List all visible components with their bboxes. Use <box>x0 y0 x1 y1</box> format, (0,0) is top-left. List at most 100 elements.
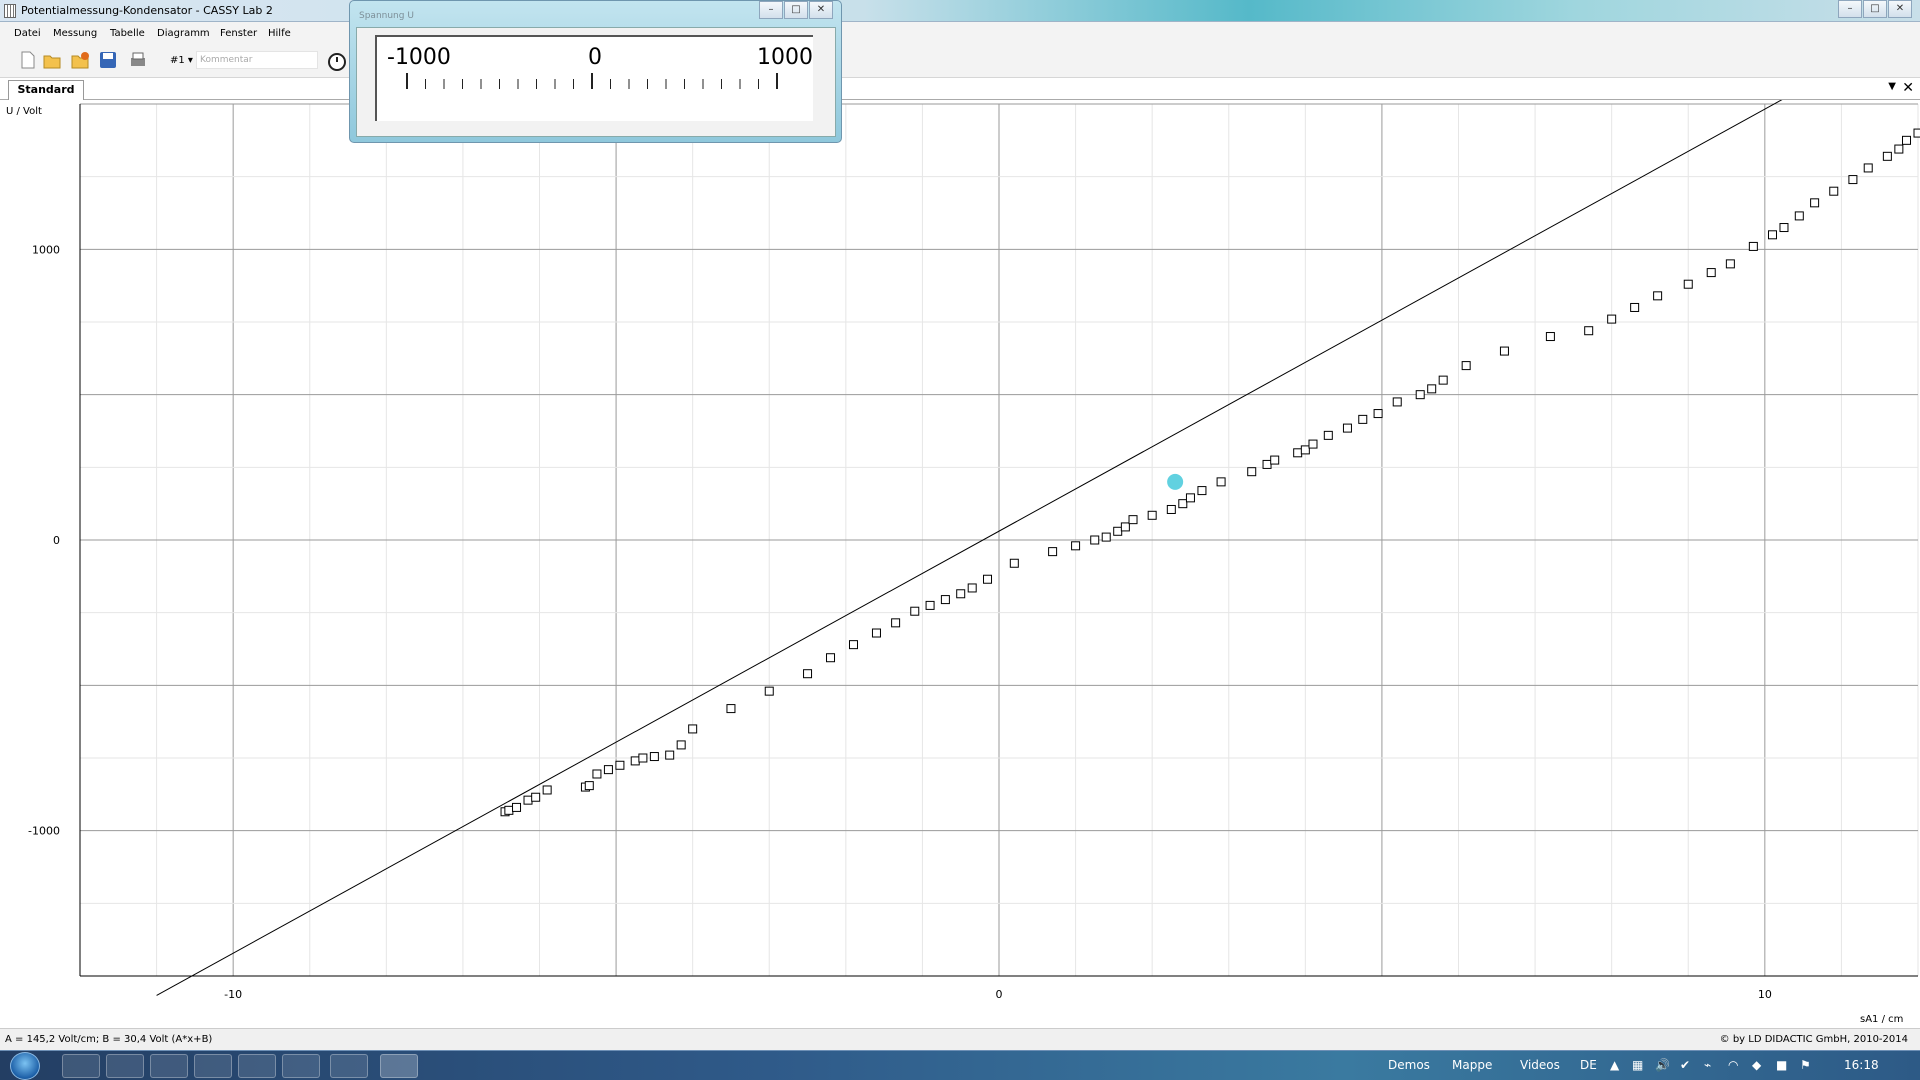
close-button[interactable]: ✕ <box>1888 0 1912 18</box>
menu-diagramm[interactable]: Diagramm <box>157 28 210 39</box>
new-file-icon[interactable] <box>17 50 37 70</box>
tray-arrow-icon[interactable]: ▲ <box>1610 1058 1619 1072</box>
y-tick-label: -1000 <box>28 825 60 838</box>
data-point <box>1392 397 1402 407</box>
data-point <box>603 765 613 775</box>
data-point <box>1293 448 1303 458</box>
shield-icon[interactable]: ◆ <box>1752 1058 1761 1072</box>
app-tray-icon[interactable]: ■ <box>1776 1058 1787 1072</box>
data-point <box>584 781 594 791</box>
data-point <box>1545 332 1555 342</box>
tab-standard[interactable]: Standard <box>8 80 84 100</box>
cassy-lab-window: Potentialmessung-Kondensator - CASSY Lab… <box>0 0 1920 1080</box>
menu-messung[interactable]: Messung <box>53 28 97 39</box>
x-tick-label: 0 <box>996 988 1003 1001</box>
data-point <box>638 753 648 763</box>
data-point <box>1113 526 1123 536</box>
save-icon[interactable] <box>98 50 118 70</box>
clock: 16:18 <box>1844 1058 1879 1072</box>
check-icon[interactable]: ✔ <box>1680 1058 1690 1072</box>
highlight-marker <box>1167 473 1184 490</box>
data-point <box>1262 459 1272 469</box>
data-point <box>1090 535 1100 545</box>
taskbar: Demos Mappe Videos DE ▲ ▦ 🔊 ✔ ⌁ ◠ ◆ ■ ⚑ … <box>0 1050 1920 1080</box>
flag-icon[interactable]: ⚑ <box>1800 1058 1811 1072</box>
start-button[interactable] <box>10 1052 40 1080</box>
data-point <box>1438 375 1448 385</box>
globe-task-icon[interactable] <box>238 1054 276 1078</box>
data-point <box>1373 409 1383 419</box>
meter-close-button[interactable]: ✕ <box>809 1 833 19</box>
data-point <box>1607 314 1617 324</box>
data-point <box>1308 439 1318 449</box>
data-point <box>1197 486 1207 496</box>
meter-title: Spannung U <box>359 11 414 21</box>
minimize-button[interactable]: – <box>1838 0 1862 18</box>
app-task-icon[interactable] <box>194 1054 232 1078</box>
data-point <box>1147 510 1157 520</box>
meter-minimize-button[interactable]: – <box>759 1 783 19</box>
data-point <box>1178 499 1188 509</box>
open-with-star-icon[interactable] <box>70 50 90 70</box>
cassy-task-icon[interactable] <box>380 1054 418 1078</box>
data-point <box>1794 211 1804 221</box>
data-point <box>1584 326 1594 336</box>
data-point <box>1270 455 1280 465</box>
data-point <box>1461 361 1471 371</box>
data-point <box>1009 558 1019 568</box>
meter-label-max: 1000 <box>757 45 813 70</box>
toolbar-mappe[interactable]: Mappe <box>1452 1058 1492 1072</box>
data-point <box>983 574 993 584</box>
meter-maximize-button[interactable]: □ <box>784 1 808 19</box>
chevron-down-icon[interactable]: ▼ <box>1888 81 1896 92</box>
print-icon[interactable] <box>128 50 148 70</box>
explorer-task-icon[interactable] <box>62 1054 100 1078</box>
window-title: Potentialmessung-Kondensator - CASSY Lab… <box>21 4 273 17</box>
data-point <box>665 750 675 760</box>
comment-input[interactable]: Kommentar <box>196 51 318 69</box>
data-point <box>630 756 640 766</box>
meter-face: -1000 0 1000 <box>356 27 836 137</box>
data-point <box>764 686 774 696</box>
data-point <box>615 760 625 770</box>
fit-line <box>156 100 1783 996</box>
data-point <box>1342 423 1352 433</box>
close-icon[interactable]: ✕ <box>1902 80 1914 96</box>
menu-fenster[interactable]: Fenster <box>220 28 257 39</box>
maximize-button[interactable]: □ <box>1863 0 1887 18</box>
stopwatch-icon[interactable] <box>326 50 346 71</box>
channel-select[interactable]: #1 ▾ <box>170 55 193 66</box>
media-task-icon[interactable] <box>106 1054 144 1078</box>
tab-row: Standard ▼ ✕ <box>0 78 1920 100</box>
volume-icon[interactable]: 🔊 <box>1655 1058 1670 1072</box>
vlc-task-icon[interactable] <box>330 1054 368 1078</box>
wifi-icon[interactable]: ◠ <box>1728 1058 1738 1072</box>
data-point <box>871 628 881 638</box>
data-point <box>891 618 901 628</box>
meter-label-zero: 0 <box>588 45 602 70</box>
data-point <box>1810 198 1820 208</box>
meter-window-controls: – □ ✕ <box>758 1 833 19</box>
toolbar: #1 ▾ Kommentar <box>0 44 1920 78</box>
y-tick-label: 1000 <box>32 243 60 256</box>
title-bar[interactable]: Potentialmessung-Kondensator - CASSY Lab… <box>0 0 1920 22</box>
toolbar-videos[interactable]: Videos <box>1520 1058 1560 1072</box>
network-icon[interactable]: ⌁ <box>1704 1058 1711 1072</box>
data-point <box>1630 302 1640 312</box>
menu-datei[interactable]: Datei <box>14 28 41 39</box>
data-point <box>1300 445 1310 455</box>
windows-icon[interactable]: ▦ <box>1632 1058 1643 1072</box>
diagram-plot[interactable]: -10 0 10 -1000 0 1000 U / Volt sA1 / cm <box>0 100 1920 1028</box>
copyright-text: © by LD DIDACTIC GmbH, 2010-2014 <box>1719 1034 1908 1045</box>
notes-task-icon[interactable] <box>282 1054 320 1078</box>
menu-tabelle[interactable]: Tabelle <box>110 28 145 39</box>
data-point <box>803 669 813 679</box>
data-point <box>1725 259 1735 269</box>
language-indicator[interactable]: DE <box>1580 1058 1597 1072</box>
toolbar-demos[interactable]: Demos <box>1388 1058 1430 1072</box>
menu-hilfe[interactable]: Hilfe <box>268 28 291 39</box>
meter-window[interactable]: Spannung U – □ ✕ -1000 0 1000 <box>349 0 842 143</box>
firefox-task-icon[interactable] <box>150 1054 188 1078</box>
open-folder-icon[interactable] <box>42 50 62 70</box>
data-point <box>1894 144 1904 154</box>
